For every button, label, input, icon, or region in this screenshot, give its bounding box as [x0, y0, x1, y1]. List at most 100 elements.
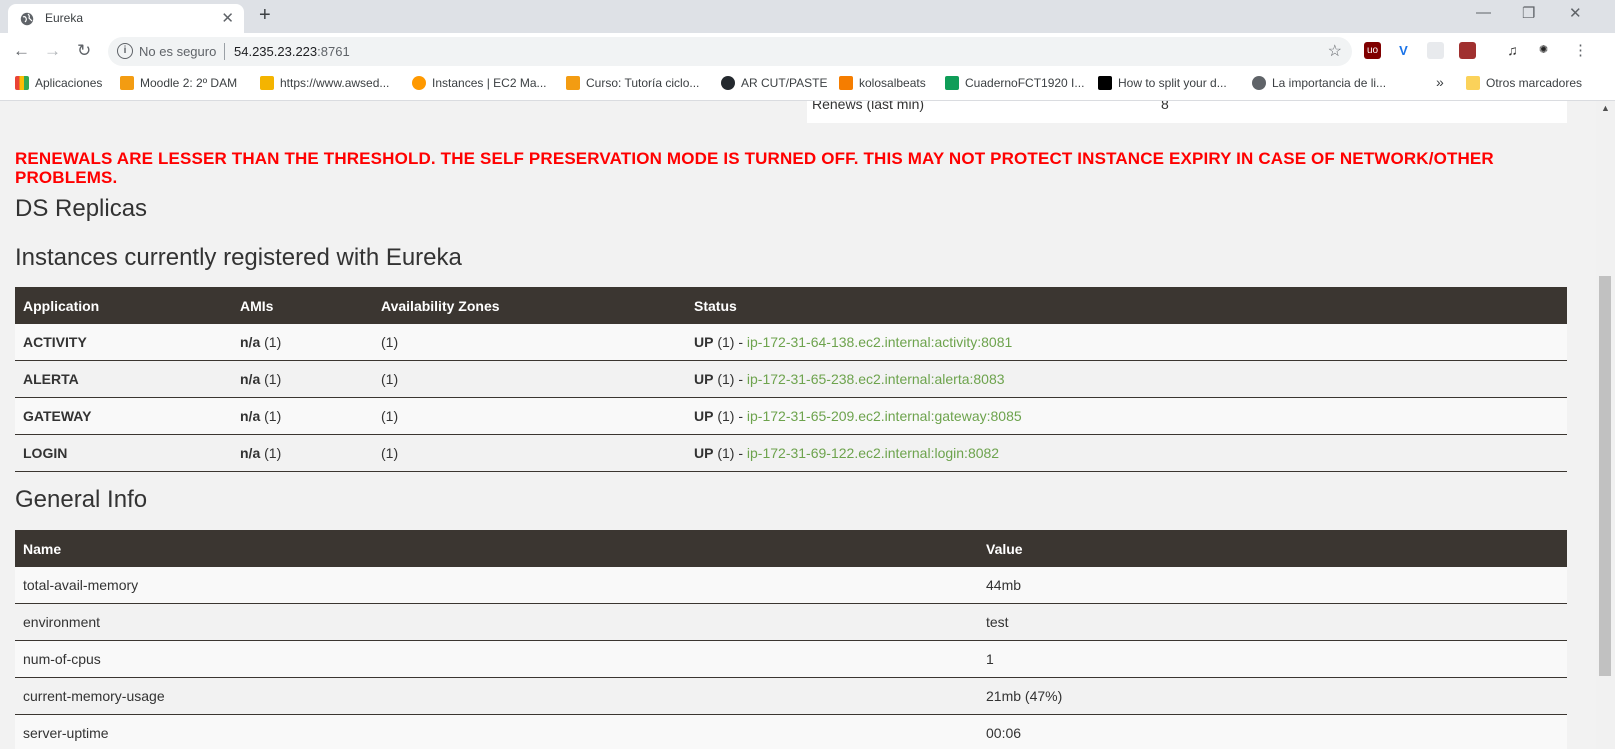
instance-link[interactable]: ip-172-31-65-209.ec2.internal:gateway:80… — [747, 408, 1022, 424]
bookmark-blogger[interactable]: kolosalbeats — [839, 76, 926, 90]
scrollbar-thumb[interactable] — [1599, 276, 1611, 676]
image-extension-icon[interactable] — [1459, 42, 1476, 59]
bookmark-label: Moodle 2: 2º DAM — [140, 76, 238, 90]
status-value: UP — [694, 371, 714, 387]
scroll-up-icon[interactable]: ▲ — [1601, 103, 1610, 113]
status-cell: UP (1) - ip-172-31-69-122.ec2.internal:l… — [686, 434, 1567, 472]
info-name: environment — [15, 603, 978, 641]
restore-icon[interactable]: ❐ — [1522, 4, 1535, 22]
ami-count: (1) — [264, 408, 282, 424]
app-name: GATEWAY — [15, 397, 232, 435]
status-value: UP — [694, 334, 714, 350]
address-bar[interactable]: i No es seguro 54.235.23.223:8761 ☆ — [108, 37, 1352, 66]
close-tab-icon[interactable]: ✕ — [221, 9, 234, 27]
bookmarks-overflow-icon[interactable]: » — [1436, 74, 1444, 90]
bookmarks-bar: Aplicaciones Moodle 2: 2º DAM https://ww… — [0, 70, 1615, 101]
ami-value: n/a — [240, 408, 261, 424]
minimize-icon[interactable]: — — [1476, 4, 1491, 21]
status-value: UP — [694, 445, 714, 461]
security-label: No es seguro — [139, 44, 217, 59]
blank-extension-icon[interactable] — [1427, 42, 1444, 59]
vuejs-extension-icon[interactable]: V — [1395, 42, 1412, 59]
instances-header-row: Application AMIs Availability Zones Stat… — [15, 287, 1567, 324]
instance-link[interactable]: ip-172-31-69-122.ec2.internal:login:8082 — [747, 445, 999, 461]
forward-icon[interactable]: → — [44, 41, 61, 61]
apps-grid-icon — [15, 76, 29, 90]
url-host: 54.235.23.223 — [234, 44, 318, 59]
url-text[interactable]: 54.235.23.223:8761 — [234, 44, 350, 59]
renews-name: Renews (last min) — [812, 101, 925, 112]
info-name: current-memory-usage — [15, 677, 978, 715]
instance-link[interactable]: ip-172-31-65-238.ec2.internal:alerta:808… — [747, 371, 1005, 387]
reload-icon[interactable]: ↻ — [77, 41, 91, 61]
address-separator — [224, 43, 225, 60]
menu-icon[interactable]: ⋮ — [1572, 42, 1589, 59]
info-icon[interactable]: i — [117, 43, 133, 59]
profile-extension-icon[interactable]: ✺ — [1535, 42, 1552, 59]
other-bookmarks[interactable]: Otros marcadores — [1466, 76, 1582, 90]
ami-cell: n/a (1) — [232, 434, 373, 472]
tab-eureka[interactable]: Eureka ✕ — [8, 4, 244, 33]
table-row: GATEWAY n/a (1) (1) UP (1) - ip-172-31-6… — [15, 397, 1567, 435]
browser-toolbar: ← → ↻ i No es seguro 54.235.23.223:8761 … — [0, 33, 1615, 70]
table-row: server-uptime 00:06 — [15, 714, 1567, 749]
bookmark-medium[interactable]: How to split your d... — [1098, 76, 1227, 90]
ami-cell: n/a (1) — [232, 397, 373, 435]
tab-strip: Eureka ✕ + — ❐ ✕ — [0, 0, 1615, 33]
bookmark-label: https://www.awsed... — [280, 76, 390, 90]
folder-icon — [1466, 76, 1480, 90]
table-row: ACTIVITY n/a (1) (1) UP (1) - ip-172-31-… — [15, 324, 1567, 361]
table-row: LOGIN n/a (1) (1) UP (1) - ip-172-31-69-… — [15, 434, 1567, 472]
status-cell: UP (1) - ip-172-31-65-238.ec2.internal:a… — [686, 360, 1567, 398]
media-control-icon[interactable]: ♫ — [1504, 42, 1521, 59]
self-preservation-warning: RENEWALS ARE LESSER THAN THE THRESHOLD. … — [15, 149, 1494, 187]
instance-link[interactable]: ip-172-31-64-138.ec2.internal:activity:8… — [747, 334, 1012, 350]
col-availability-zones: Availability Zones — [373, 287, 686, 324]
ami-value: n/a — [240, 371, 261, 387]
new-tab-button[interactable]: + — [259, 4, 271, 27]
ami-count: (1) — [264, 371, 282, 387]
sheets-icon — [945, 76, 959, 90]
page-scrollbar[interactable]: ▲ — [1596, 101, 1615, 749]
bookmark-label: How to split your d... — [1118, 76, 1227, 90]
general-info-heading: General Info — [15, 486, 148, 513]
bookmark-ec2[interactable]: Instances | EC2 Ma... — [412, 76, 547, 90]
back-icon[interactable]: ← — [13, 41, 30, 61]
zones-cell: (1) — [373, 360, 686, 398]
ublock-extension-icon[interactable]: uo — [1364, 42, 1381, 59]
status-cell: UP (1) - ip-172-31-64-138.ec2.internal:a… — [686, 324, 1567, 361]
col-status: Status — [686, 287, 1567, 324]
close-window-icon[interactable]: ✕ — [1569, 4, 1582, 22]
status-cell: UP (1) - ip-172-31-65-209.ec2.internal:g… — [686, 397, 1567, 435]
table-row: num-of-cpus 1 — [15, 640, 1567, 678]
ami-value: n/a — [240, 445, 261, 461]
globe-icon — [1252, 76, 1266, 90]
app-name: ALERTA — [15, 360, 232, 398]
table-row: current-memory-usage 21mb (47%) — [15, 677, 1567, 715]
ami-count: (1) — [264, 445, 282, 461]
table-row: total-avail-memory 44mb — [15, 567, 1567, 604]
zones-cell: (1) — [373, 324, 686, 361]
bookmark-awsed[interactable]: https://www.awsed... — [260, 76, 389, 90]
moodle-icon — [120, 76, 134, 90]
bookmark-github[interactable]: AR CUT/PASTE — [721, 76, 827, 90]
bookmark-apps[interactable]: Aplicaciones — [15, 76, 102, 90]
info-value: 00:06 — [978, 714, 1567, 749]
bookmark-label: Curso: Tutoría ciclo... — [586, 76, 700, 90]
url-port: :8761 — [317, 44, 350, 59]
bookmark-importancia[interactable]: La importancia de li... — [1252, 76, 1386, 90]
bookmark-star-icon[interactable]: ☆ — [1328, 41, 1342, 61]
col-application: Application — [15, 287, 232, 324]
moodle-icon — [566, 76, 580, 90]
bookmark-moodle[interactable]: Moodle 2: 2º DAM — [120, 76, 237, 90]
bookmark-curso[interactable]: Curso: Tutoría ciclo... — [566, 76, 699, 90]
ami-cell: n/a (1) — [232, 324, 373, 361]
zones-cell: (1) — [373, 397, 686, 435]
status-count: (1) - — [717, 445, 744, 461]
bookmark-sheets[interactable]: CuadernoFCT1920 I... — [945, 76, 1084, 90]
table-row: environment test — [15, 603, 1567, 641]
bookmark-label: Aplicaciones — [35, 76, 103, 90]
status-count: (1) - — [717, 334, 744, 350]
general-info-table: Name Value total-avail-memory 44mb envir… — [15, 530, 1567, 749]
col-amis: AMIs — [232, 287, 373, 324]
